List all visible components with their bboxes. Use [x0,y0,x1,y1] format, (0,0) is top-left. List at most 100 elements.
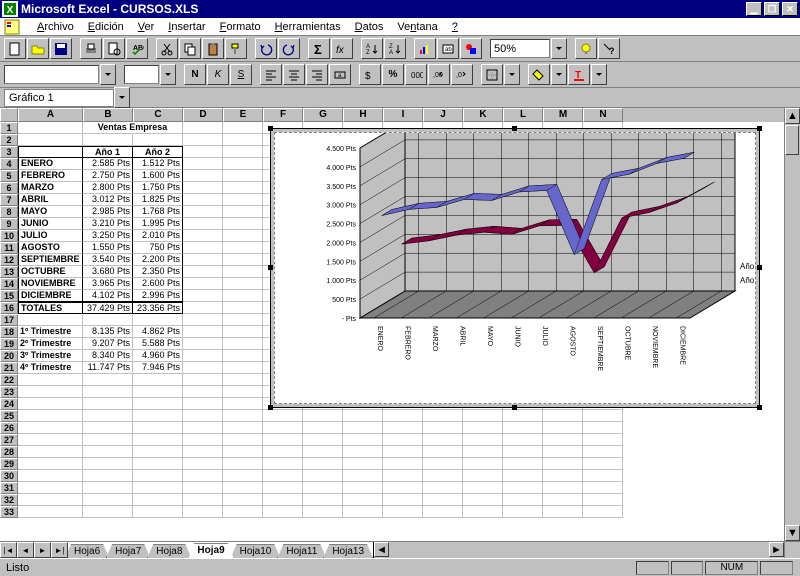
cell[interactable] [543,494,583,506]
name-box[interactable]: Gráfico 1 [4,89,114,107]
cell[interactable] [543,470,583,482]
cell[interactable]: 11.747 Pts [83,362,133,374]
cell[interactable] [343,434,383,446]
sheet-tab-Hoja6[interactable]: Hoja6 [68,544,109,558]
cell[interactable]: 1.825 Pts [133,194,183,206]
cell[interactable] [223,266,263,278]
cell[interactable]: MAYO [18,206,83,218]
cell[interactable] [383,458,423,470]
cell[interactable] [263,470,303,482]
cell[interactable] [463,434,503,446]
cell[interactable]: 4.862 Pts [133,326,183,338]
cell[interactable] [183,422,223,434]
cell[interactable] [423,458,463,470]
zoom-input[interactable]: 50% [490,39,550,58]
cell[interactable] [183,242,223,254]
cell[interactable] [583,482,623,494]
cell[interactable] [223,218,263,230]
menu-ventana[interactable]: Ventana [397,21,437,33]
cell[interactable] [183,122,223,134]
cell[interactable] [133,410,183,422]
cell[interactable] [18,398,83,410]
cell[interactable] [583,446,623,458]
cell[interactable] [183,266,223,278]
text-box-button[interactable]: ab [437,38,459,59]
copy-button[interactable] [179,38,201,59]
cell[interactable] [503,434,543,446]
cell[interactable] [223,482,263,494]
cell[interactable] [83,506,133,518]
cell[interactable] [18,314,83,326]
row-header[interactable]: 15 [0,290,18,302]
menu-insertar[interactable]: Insertar [168,21,205,33]
redo-button[interactable] [278,38,300,59]
cell[interactable] [543,506,583,518]
cell[interactable] [583,410,623,422]
cell[interactable] [423,422,463,434]
cell[interactable] [583,434,623,446]
cell[interactable] [133,374,183,386]
cell[interactable] [183,230,223,242]
cell[interactable] [223,362,263,374]
menu-edicion[interactable]: Edición [88,21,124,33]
underline-button[interactable]: S [230,64,252,85]
cell[interactable] [18,410,83,422]
cell[interactable] [183,458,223,470]
cell[interactable]: 7.946 Pts [133,362,183,374]
cell[interactable] [543,446,583,458]
row-header[interactable]: 14 [0,278,18,290]
cell[interactable]: 2.585 Pts [83,158,133,170]
paste-button[interactable] [202,38,224,59]
row-header[interactable]: 6 [0,182,18,194]
row-header[interactable]: 33 [0,506,18,518]
cell[interactable]: 2º Trimestre [18,338,83,350]
row-header[interactable]: 10 [0,230,18,242]
menu-help[interactable]: ? [452,21,458,33]
col-header-F[interactable]: F [263,108,303,122]
comma-button[interactable]: 000 [405,64,427,85]
cell[interactable]: 8.135 Pts [83,326,133,338]
cell[interactable]: 3.540 Pts [83,254,133,266]
row-header[interactable]: 29 [0,458,18,470]
cell[interactable] [463,458,503,470]
sort-desc-button[interactable]: ZA [384,38,406,59]
cell[interactable] [223,158,263,170]
cell[interactable] [83,314,133,326]
cell[interactable] [223,278,263,290]
cell[interactable] [183,158,223,170]
row-header[interactable]: 4 [0,158,18,170]
cell[interactable]: DICIEMBRE [18,290,83,302]
cell[interactable] [383,506,423,518]
save-button[interactable] [50,38,72,59]
col-header-I[interactable]: I [383,108,423,122]
cell[interactable]: 4.960 Pts [133,350,183,362]
cell[interactable] [183,314,223,326]
cell[interactable]: Año 1 [83,146,133,158]
menu-archivo[interactable]: Archivo [37,21,74,33]
cell[interactable] [223,170,263,182]
cell[interactable] [223,326,263,338]
cell[interactable]: 1.768 Pts [133,206,183,218]
cell[interactable] [423,494,463,506]
cell[interactable]: TOTALES [18,302,83,314]
cell[interactable] [18,482,83,494]
cell[interactable] [133,458,183,470]
row-header[interactable]: 20 [0,350,18,362]
font-dropdown-arrow[interactable] [100,64,116,85]
sheet-tab-Hoja10[interactable]: Hoja10 [231,544,281,558]
cell[interactable] [223,374,263,386]
borders-dropdown[interactable] [504,64,520,85]
cell[interactable] [183,338,223,350]
cell[interactable] [343,470,383,482]
cell[interactable] [543,482,583,494]
cell[interactable] [303,422,343,434]
cell[interactable] [223,458,263,470]
cell[interactable] [183,494,223,506]
row-header[interactable]: 24 [0,398,18,410]
cell[interactable] [383,422,423,434]
col-header-D[interactable]: D [183,108,223,122]
row-header[interactable]: 31 [0,482,18,494]
cell[interactable] [133,398,183,410]
tip-wizard-button[interactable] [575,38,597,59]
cell[interactable] [83,422,133,434]
